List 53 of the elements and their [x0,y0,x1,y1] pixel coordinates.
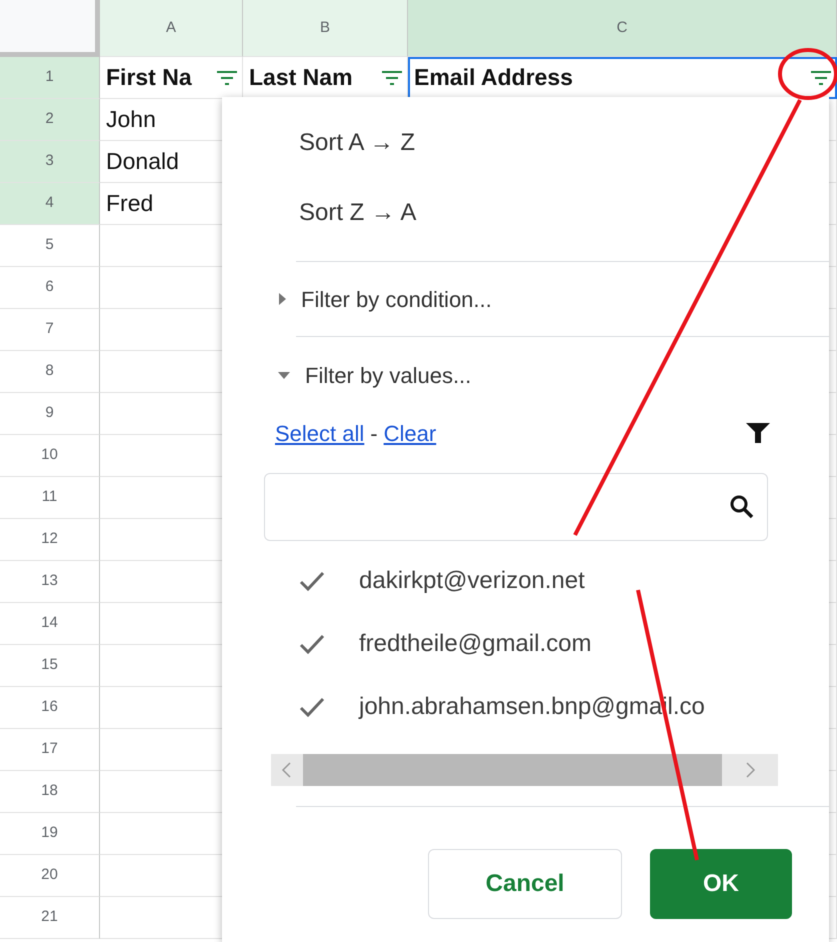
row-header[interactable]: 12 [0,519,100,561]
row-header[interactable]: 15 [0,645,100,687]
scrollbar-thumb[interactable] [303,754,722,786]
section-label[interactable]: Filter by values... [305,358,472,392]
row-header[interactable]: 3 [0,141,100,183]
collapse-triangle-icon[interactable] [277,370,291,380]
select-all-link[interactable]: Select all [275,416,364,450]
row-header[interactable]: 21 [0,897,100,939]
row-header[interactable]: 17 [0,729,100,771]
row-header[interactable]: 20 [0,855,100,897]
filter-icon[interactable] [381,70,403,86]
checkmark-icon[interactable] [299,696,325,716]
row-header[interactable]: 18 [0,771,100,813]
row-header[interactable]: 4 [0,183,100,225]
value-item[interactable]: dakirkpt@verizon.net [359,562,585,598]
expand-triangle-icon[interactable] [277,292,287,306]
header-cell-text: Email Address [414,63,573,92]
search-field[interactable] [264,473,768,541]
column-header[interactable]: C [408,0,837,57]
column-header[interactable]: B [243,0,408,57]
row-header[interactable]: 16 [0,687,100,729]
filter-icon[interactable] [810,70,832,86]
menu-item[interactable]: Sort Z → A [299,195,416,231]
section-label[interactable]: Filter by condition... [301,282,492,316]
checkmark-icon[interactable] [299,570,325,590]
header-cell-text: First Na [106,63,192,92]
filter-funnel-icon[interactable] [745,421,771,445]
row-header[interactable]: 11 [0,477,100,519]
value-item[interactable]: fredtheile@gmail.com [359,626,592,662]
filter-icon[interactable] [216,70,238,86]
clear-link[interactable]: Clear [384,416,436,450]
cancel-button[interactable]: Cancel [428,849,622,919]
row-header[interactable]: 14 [0,603,100,645]
row-header[interactable]: 2 [0,99,100,141]
header-cell-text: Last Nam [249,63,353,92]
row-header[interactable]: 10 [0,435,100,477]
row-header[interactable]: 6 [0,267,100,309]
row-header[interactable]: 19 [0,813,100,855]
table-cell-text: John [106,105,156,134]
row-header[interactable]: 9 [0,393,100,435]
link-separator: - [370,420,378,448]
checkmark-icon[interactable] [299,634,325,654]
row-header[interactable]: 7 [0,309,100,351]
row-header[interactable]: 1 [0,57,100,99]
row-header[interactable]: 8 [0,351,100,393]
ok-button[interactable]: OK [650,849,792,919]
table-cell-text: Fred [106,189,154,218]
row-header[interactable]: 13 [0,561,100,603]
table-cell-text: Donald [106,147,179,176]
column-header[interactable]: A [100,0,243,57]
row-header[interactable]: 5 [0,225,100,267]
search-icon[interactable] [729,494,755,520]
menu-item[interactable]: Sort A → Z [299,125,416,161]
